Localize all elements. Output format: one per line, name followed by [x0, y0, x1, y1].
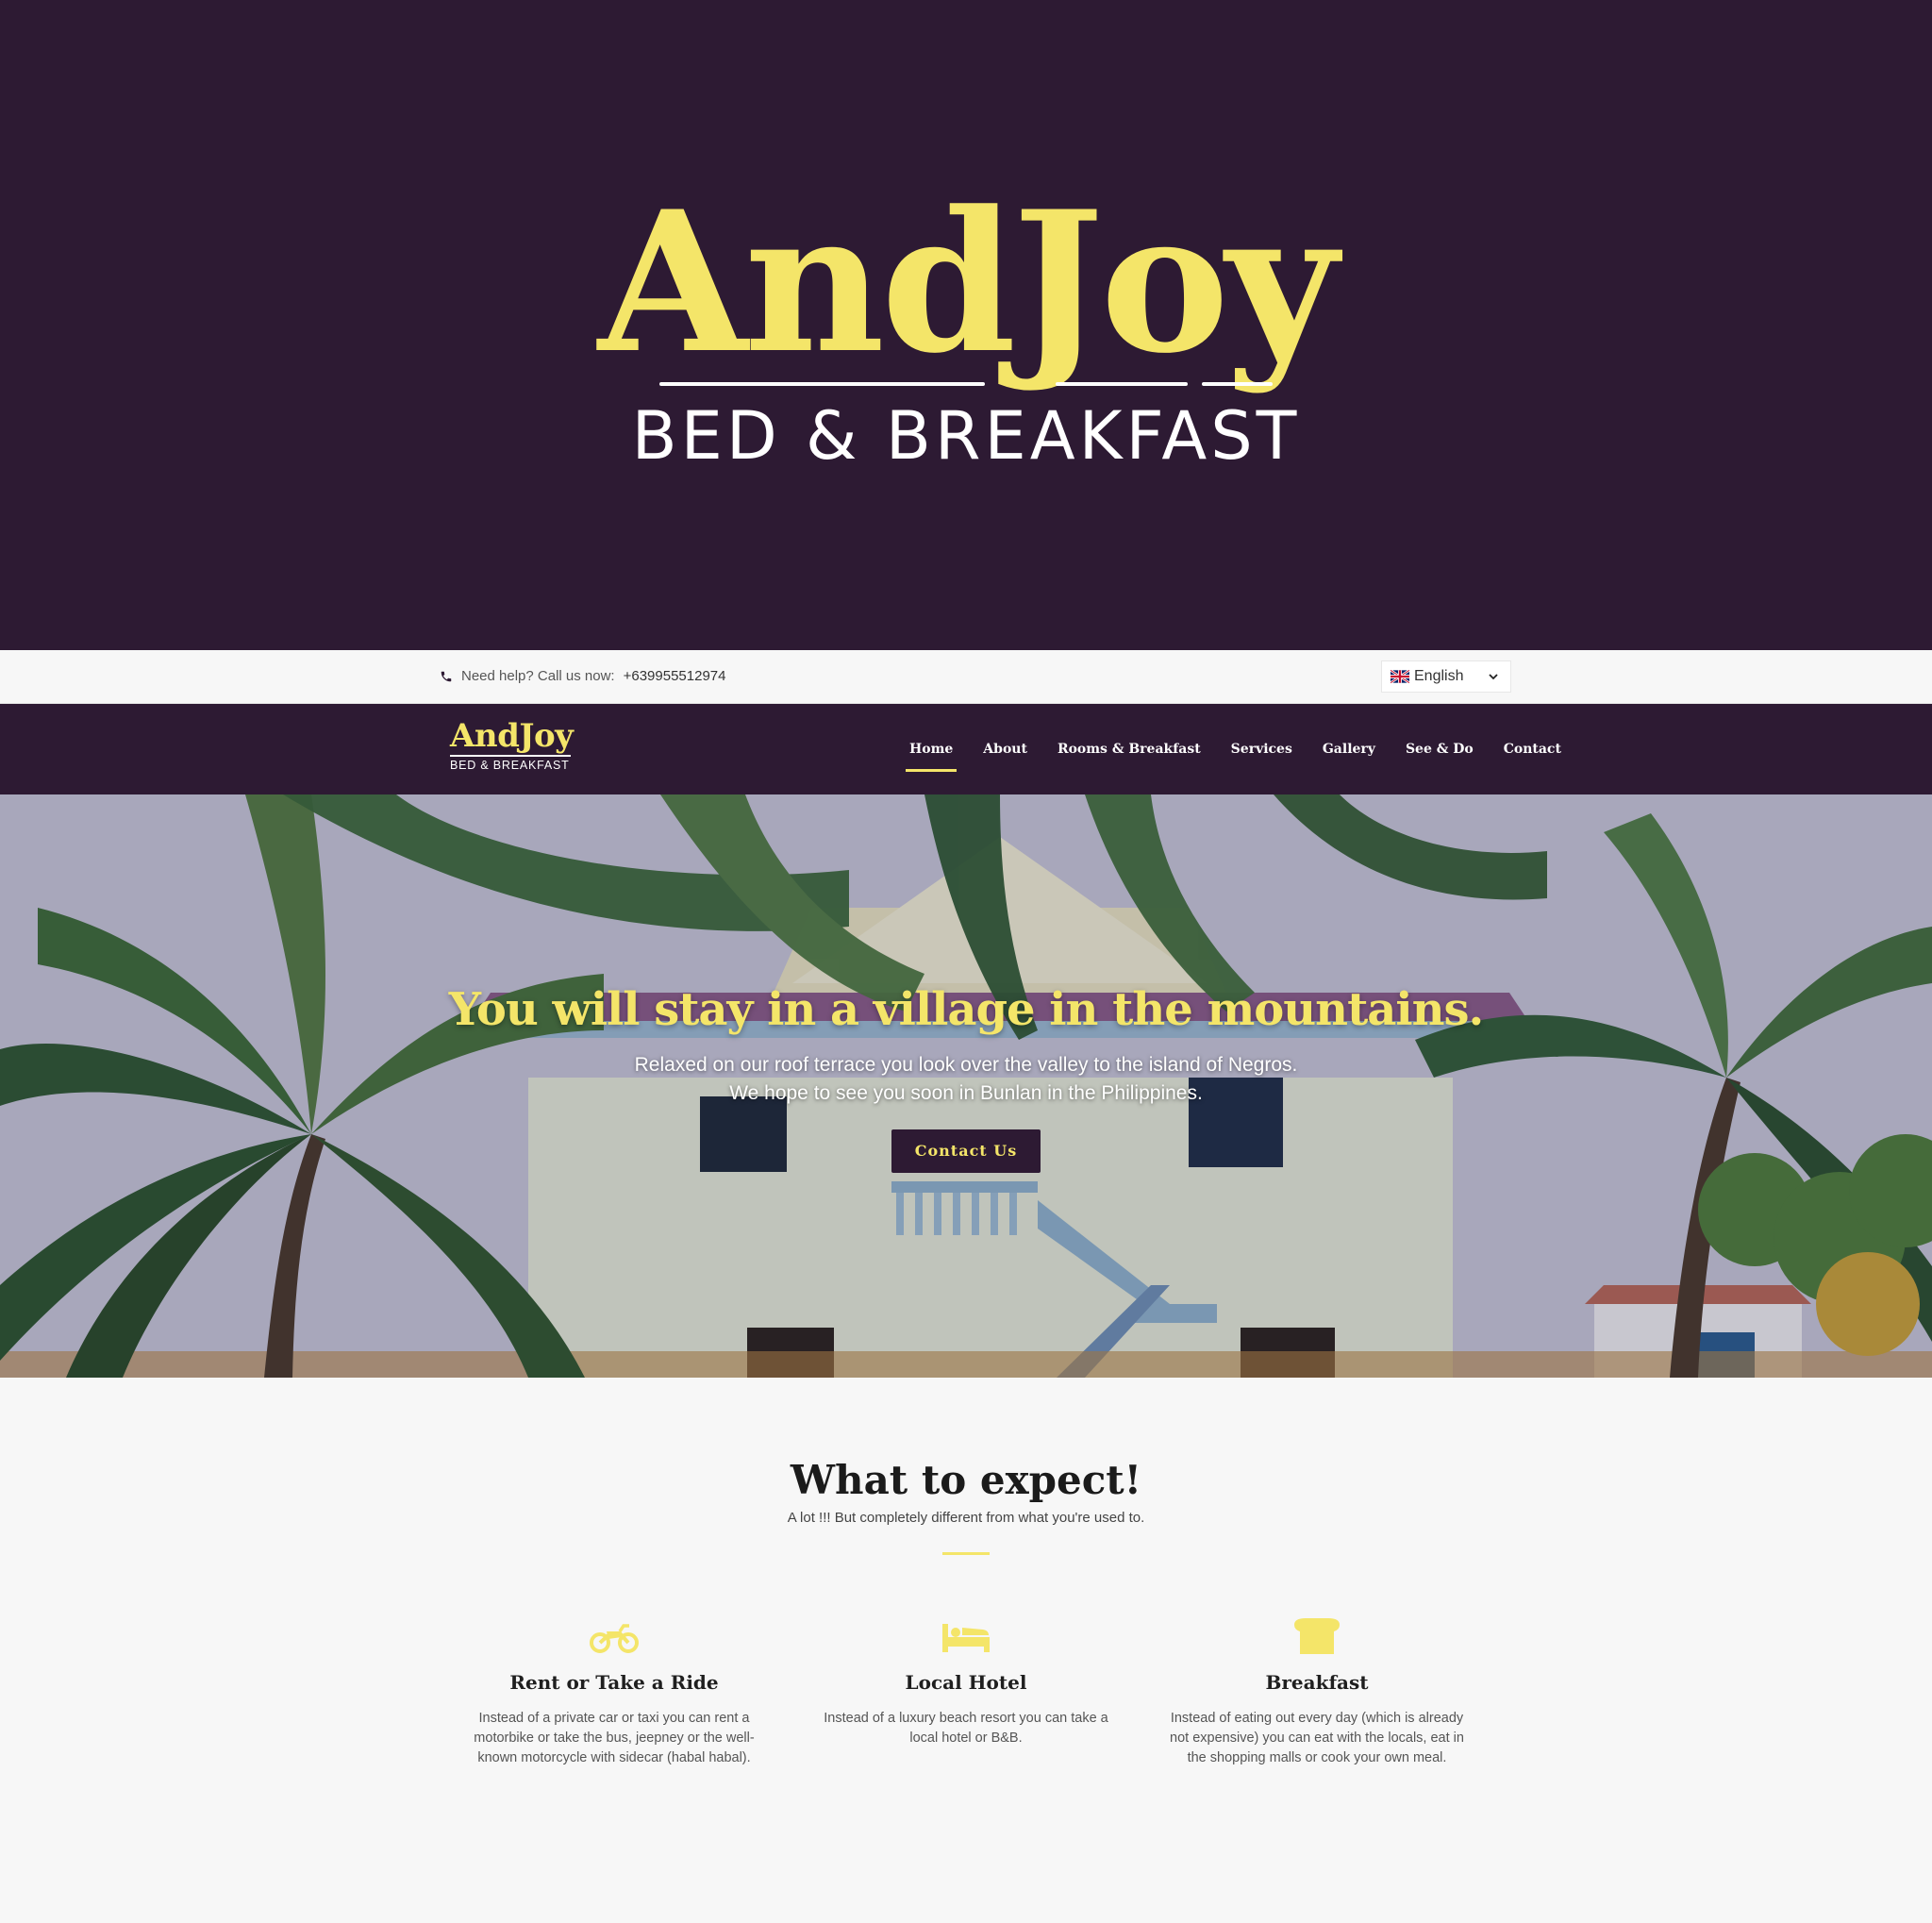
bed-icon: [942, 1624, 990, 1652]
section-subtitle: A lot !!! But completely different from …: [787, 1510, 1145, 1526]
section-divider: [942, 1552, 990, 1555]
contact-us-button[interactable]: Contact Us: [891, 1129, 1041, 1173]
help-contact: Need help? Call us now: +639955512974: [440, 668, 725, 684]
feature-breakfast: Breakfast Instead of eating out every da…: [1161, 1616, 1473, 1768]
expect-section: What to expect! A lot !!! But completely…: [0, 1378, 1932, 1923]
hero-subtitle-line-2: We hope to see you soon in Bunlan in the…: [729, 1082, 1203, 1104]
hero-section: You will stay in a village in the mounta…: [0, 794, 1932, 1378]
feature-text: Instead of eating out every day (which i…: [1170, 1711, 1464, 1765]
nav-menu: Home About Rooms & Breakfast Services Ga…: [894, 704, 1576, 794]
feature-local-hotel: Local Hotel Instead of a luxury beach re…: [810, 1616, 1122, 1748]
section-title: What to expect!: [790, 1457, 1142, 1503]
nav-logo-underline: [450, 755, 571, 757]
bread-icon: [1294, 1618, 1340, 1654]
hero-title: You will stay in a village in the mounta…: [448, 983, 1484, 1036]
brand-logo-large[interactable]: AndJoy BED & BREAKFAST: [0, 170, 1932, 476]
phone-link[interactable]: +639955512974: [624, 668, 726, 684]
top-bar: Need help? Call us now: +639955512974 En…: [0, 650, 1932, 704]
nav-logo[interactable]: AndJoy BED & BREAKFAST: [450, 717, 574, 772]
nav-item-home[interactable]: Home: [905, 734, 958, 772]
nav-item-rooms-breakfast[interactable]: Rooms & Breakfast: [1058, 734, 1201, 764]
brand-tagline: BED & BREAKFAST: [631, 397, 1301, 475]
hero-content: You will stay in a village in the mounta…: [0, 983, 1932, 1173]
hero-subtitle: Relaxed on our roof terrace you look ove…: [0, 1051, 1932, 1108]
hero-subtitle-line-1: Relaxed on our roof terrace you look ove…: [634, 1054, 1298, 1076]
brand-wordmark: AndJoy: [597, 170, 1338, 396]
nav-logo-tagline: BED & BREAKFAST: [450, 759, 570, 772]
nav-item-gallery[interactable]: Gallery: [1323, 734, 1375, 764]
main-navbar: AndJoy BED & BREAKFAST Home About Rooms …: [0, 704, 1932, 794]
nav-item-about[interactable]: About: [983, 734, 1027, 764]
language-label: English: [1414, 668, 1464, 684]
feature-title: Rent or Take a Ride: [509, 1671, 719, 1694]
feature-text: Instead of a private car or taxi you can…: [474, 1711, 755, 1765]
motorcycle-icon: [590, 1624, 639, 1653]
nav-item-contact[interactable]: Contact: [1504, 734, 1561, 764]
nav-item-see-do[interactable]: See & Do: [1406, 734, 1474, 764]
help-text: Need help? Call us now:: [461, 668, 615, 684]
feature-text: Instead of a luxury beach resort you can…: [824, 1711, 1108, 1746]
nav-logo-wordmark: AndJoy: [450, 717, 574, 755]
logo-underline: [659, 382, 1273, 388]
chevron-down-icon: [1489, 674, 1498, 680]
feature-title: Local Hotel: [905, 1671, 1027, 1694]
phone-icon: [441, 671, 452, 681]
uk-flag-icon: [1391, 670, 1409, 683]
language-select[interactable]: English: [1381, 661, 1511, 693]
header-banner: AndJoy BED & BREAKFAST: [0, 0, 1932, 650]
feature-rent-ride: Rent or Take a Ride Instead of a private…: [458, 1616, 770, 1768]
feature-title: Breakfast: [1265, 1671, 1369, 1694]
nav-item-services[interactable]: Services: [1231, 734, 1292, 764]
